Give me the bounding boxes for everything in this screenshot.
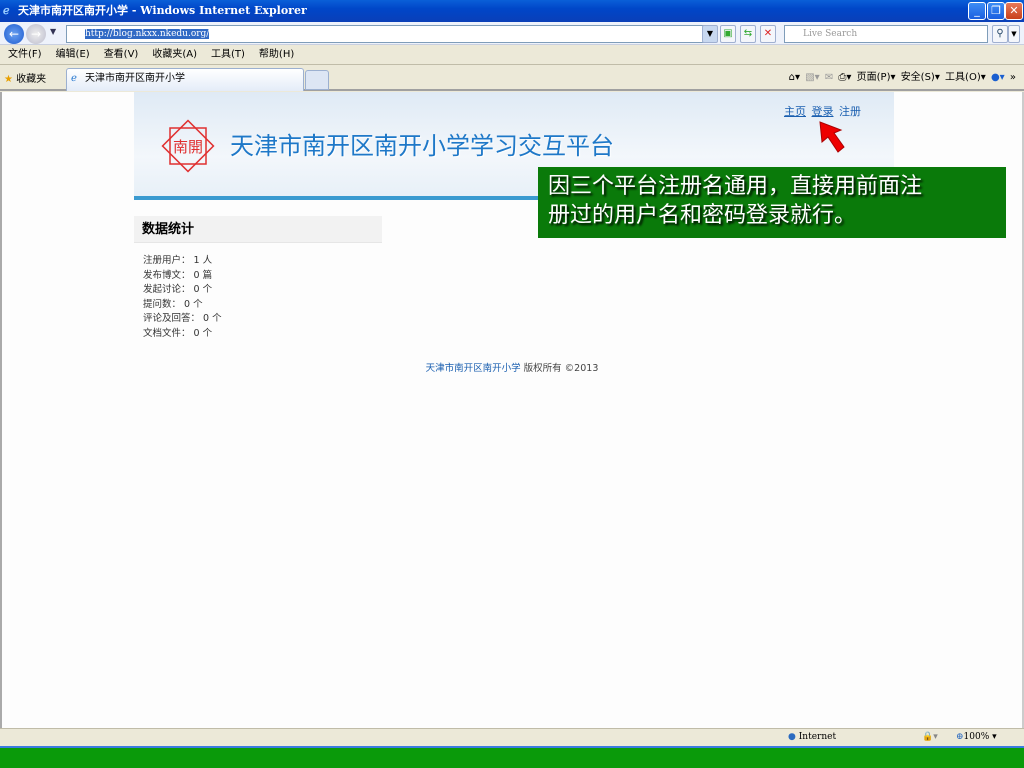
stat-item: 注册用户： 1 人: [143, 255, 213, 266]
history-dropdown-icon[interactable]: ▼: [50, 27, 56, 36]
ie-icon: ℯ: [71, 73, 77, 84]
stat-item: 发布博文： 0 篇: [143, 269, 213, 281]
footer: 天津市南开区南开小学 版权所有 ©2013: [425, 363, 599, 374]
help-icon[interactable]: ●▾: [991, 72, 1005, 83]
close-button[interactable]: ✕: [1005, 2, 1023, 20]
zoom-icon: ⊕: [956, 732, 964, 742]
forward-button[interactable]: →: [26, 24, 46, 44]
feeds-icon[interactable]: ▧▾: [805, 72, 819, 83]
print-icon[interactable]: ⎙▾: [838, 72, 851, 83]
login-link[interactable]: 登录: [812, 105, 834, 118]
internet-zone: ● Internet: [788, 732, 837, 742]
new-tab-button[interactable]: [305, 70, 329, 90]
tab-active[interactable]: ℯ 天津市南开区南开小学: [66, 68, 304, 91]
protected-mode-icon[interactable]: 🔒▾: [922, 729, 938, 746]
menu-view[interactable]: 查看(V): [104, 49, 139, 60]
menu-help[interactable]: 帮助(H): [259, 49, 294, 60]
back-button[interactable]: ←: [4, 24, 24, 44]
stat-item: 评论及回答： 0 个: [143, 313, 222, 324]
taskbar: [0, 746, 1024, 768]
ie-icon: ℯ: [3, 4, 10, 17]
annotation-callout: 因三个平台注册名通用，直接用前面注 册过的用户名和密码登录就行。: [538, 167, 1006, 238]
stat-item: 发起讨论： 0 个: [143, 284, 213, 295]
tab-bar: ★ 收藏夹 ℯ 天津市南开区南开小学 ⌂▾ ▧▾ ✉ ⎙▾ 页面(P)▾ 安全(S…: [0, 65, 1024, 91]
top-links: 主页 登录 注册: [784, 103, 863, 119]
menu-favorites[interactable]: 收藏夹(A): [152, 49, 197, 60]
menu-edit[interactable]: 编辑(E): [56, 49, 90, 60]
address-dropdown-button[interactable]: ▼: [702, 25, 718, 43]
stats-panel: 数据统计 注册用户： 1 人 发布博文： 0 篇 发起讨论： 0 个 提问数： …: [134, 216, 382, 341]
mail-icon[interactable]: ✉: [825, 72, 833, 83]
footer-school-link[interactable]: 天津市南开区南开小学: [426, 363, 521, 374]
menu-file[interactable]: 文件(F): [8, 49, 42, 60]
red-pointer-arrow-icon: [819, 121, 845, 153]
search-icon[interactable]: ⚲: [992, 25, 1008, 43]
compatibility-icon[interactable]: ▣: [720, 25, 736, 43]
search-options-button[interactable]: ▼: [1008, 25, 1020, 43]
minimize-button[interactable]: _: [968, 2, 986, 20]
stats-heading: 数据统计: [134, 216, 382, 243]
page-content: 南開 天津市南开区南开小学学习交互平台 主页 登录 注册 数据统计 注册用户： …: [0, 92, 1024, 728]
svg-text:南開: 南開: [173, 138, 203, 156]
zoom-control[interactable]: ⊕100% ▾: [956, 729, 997, 746]
page-menu[interactable]: 页面(P): [857, 72, 891, 83]
menu-tools[interactable]: 工具(T): [211, 49, 245, 60]
stat-item: 提问数： 0 个: [143, 298, 203, 310]
safety-menu[interactable]: 安全(S): [901, 72, 935, 83]
stop-button[interactable]: ✕: [760, 25, 776, 43]
command-bar: ⌂▾ ▧▾ ✉ ⎙▾ 页面(P)▾ 安全(S)▾ 工具(O)▾ ●▾ »: [788, 72, 1016, 83]
window-title: 天津市南开区南开小学 - Windows Internet Explorer: [18, 4, 307, 17]
menu-bar: 文件(F) 编辑(E) 查看(V) 收藏夹(A) 工具(T) 帮助(H): [0, 45, 1024, 65]
title-bar: ℯ 天津市南开区南开小学 - Windows Internet Explorer: [0, 0, 1024, 22]
favorites-button[interactable]: ★ 收藏夹: [4, 70, 46, 85]
status-bar: ● Internet 🔒▾ ⊕100% ▾: [0, 728, 1024, 746]
home-link[interactable]: 主页: [784, 105, 806, 118]
restore-button[interactable]: ❐: [987, 2, 1005, 20]
register-link[interactable]: 注册: [839, 105, 861, 118]
address-bar-row: ← → ▼ http://blog.nkxx.nkedu.org/ ▼ ▣ ⇆ …: [0, 22, 1024, 45]
more-chevron-icon[interactable]: »: [1010, 72, 1016, 83]
stat-item: 文档文件： 0 个: [143, 327, 213, 339]
site-title: 天津市南开区南开小学学习交互平台: [230, 132, 614, 160]
tools-menu[interactable]: 工具(O): [945, 72, 981, 83]
globe-icon: ●: [788, 732, 796, 742]
refresh-button[interactable]: ⇆: [740, 25, 756, 43]
school-logo: 南開: [161, 119, 215, 173]
address-input[interactable]: http://blog.nkxx.nkedu.org/: [66, 25, 716, 43]
home-icon[interactable]: ⌂▾: [789, 72, 800, 83]
star-icon: ★: [4, 74, 13, 85]
search-input[interactable]: Live Search: [784, 25, 988, 43]
